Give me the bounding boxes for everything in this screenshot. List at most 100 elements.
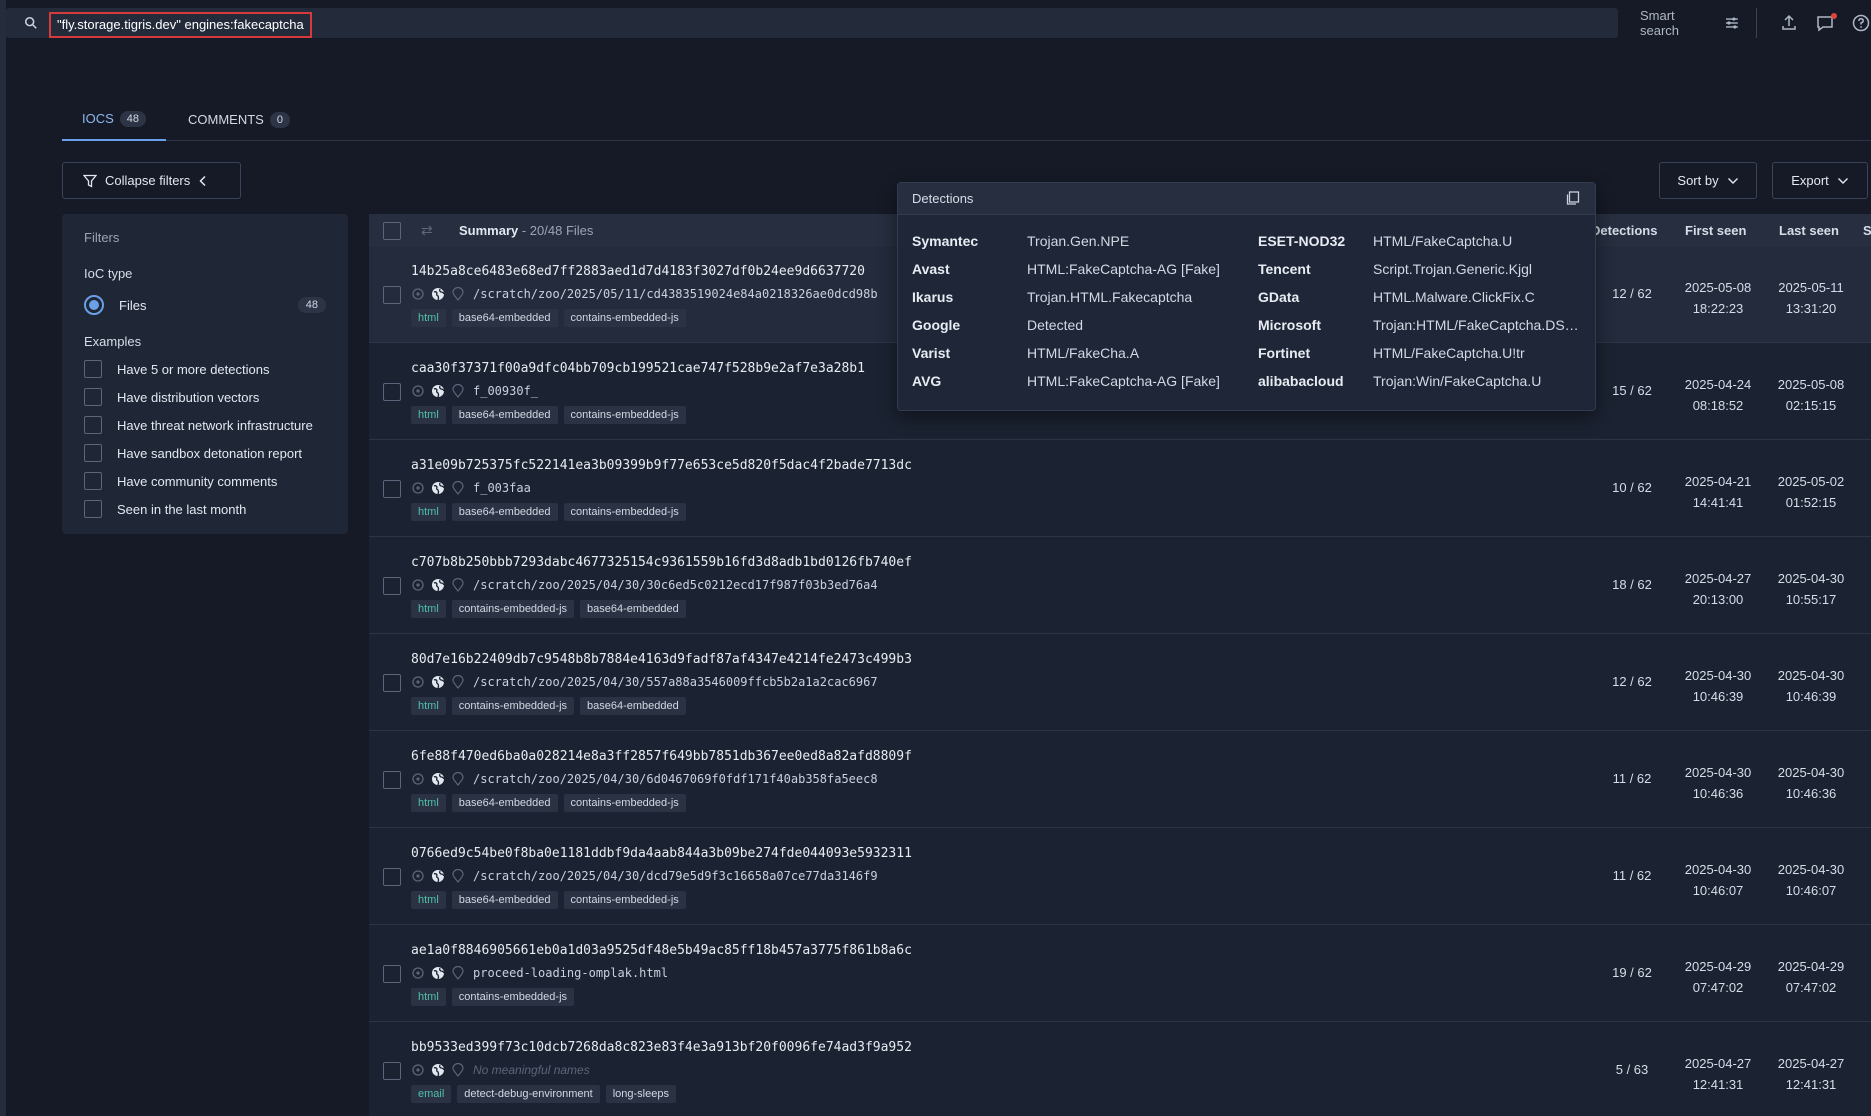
row-checkbox[interactable] bbox=[383, 674, 401, 692]
table-row[interactable]: bb9533ed399f73c10dcb7268da8c823e83f4e3a9… bbox=[369, 1023, 1871, 1116]
checkbox[interactable] bbox=[84, 472, 102, 490]
tag[interactable]: contains-embedded-js bbox=[563, 794, 686, 812]
tag[interactable]: contains-embedded-js bbox=[563, 406, 686, 424]
checkbox[interactable] bbox=[84, 360, 102, 378]
tag[interactable]: html bbox=[411, 406, 446, 424]
example-filter-checkbox[interactable]: Have distribution vectors bbox=[84, 388, 259, 406]
radio-selected[interactable] bbox=[84, 295, 104, 315]
file-name: /scratch/zoo/2025/04/30/6d0467069f0fdf17… bbox=[473, 772, 878, 786]
example-filter-checkbox[interactable]: Seen in the last month bbox=[84, 500, 246, 518]
row-checkbox[interactable] bbox=[383, 286, 401, 304]
tag[interactable]: base64-embedded bbox=[451, 503, 558, 521]
upload-button[interactable] bbox=[1779, 13, 1799, 33]
tag[interactable]: long-sleeps bbox=[605, 1085, 676, 1103]
checkbox[interactable] bbox=[84, 416, 102, 434]
file-hash-link[interactable]: c707b8b250bbb7293dabc4677325154c9361559b… bbox=[411, 555, 912, 570]
tag[interactable]: contains-embedded-js bbox=[451, 697, 575, 715]
tag[interactable]: base64-embedded bbox=[451, 406, 558, 424]
last-seen-column-header[interactable]: Last seen bbox=[1779, 223, 1839, 238]
help-button[interactable] bbox=[1851, 13, 1871, 33]
file-hash-link[interactable]: caa30f37371f00a9dfc04bb709cb199521cae747… bbox=[411, 361, 865, 376]
tag[interactable]: html bbox=[411, 794, 446, 812]
tag[interactable]: html bbox=[411, 697, 446, 715]
example-filter-checkbox[interactable]: Have community comments bbox=[84, 472, 277, 490]
export-button[interactable]: Export bbox=[1772, 162, 1868, 199]
detections-ratio[interactable]: 15 / 62 bbox=[1602, 383, 1662, 398]
select-all-checkbox[interactable] bbox=[383, 222, 401, 240]
file-hash-link[interactable]: bb9533ed399f73c10dcb7268da8c823e83f4e3a9… bbox=[411, 1040, 912, 1055]
tag[interactable]: base64-embedded bbox=[580, 697, 686, 715]
detections-column-header[interactable]: Detections bbox=[1591, 223, 1657, 238]
tag[interactable]: contains-embedded-js bbox=[451, 988, 575, 1006]
sort-by-button[interactable]: Sort by bbox=[1659, 162, 1757, 199]
tag[interactable]: contains-embedded-js bbox=[563, 309, 686, 327]
detections-ratio[interactable]: 12 / 62 bbox=[1602, 674, 1662, 689]
file-hash-link[interactable]: 0766ed9c54be0f8ba0e1181ddbf9da4aab844a3b… bbox=[411, 846, 912, 861]
ioc-type-files-radio[interactable]: Files 48 bbox=[84, 294, 326, 316]
detections-ratio[interactable]: 12 / 62 bbox=[1602, 286, 1662, 301]
file-meta: /scratch/zoo/2025/04/30/557a88a3546009ff… bbox=[411, 675, 878, 689]
tag[interactable]: detect-debug-environment bbox=[457, 1085, 600, 1103]
tag[interactable]: base64-embedded bbox=[451, 891, 558, 909]
table-row[interactable]: c707b8b250bbb7293dabc4677325154c9361559b… bbox=[369, 538, 1871, 634]
file-hash-link[interactable]: 14b25a8ce6483e68ed7ff2883aed1d7d4183f302… bbox=[411, 264, 865, 279]
tag[interactable]: contains-embedded-js bbox=[563, 503, 686, 521]
tag[interactable]: html bbox=[411, 988, 446, 1006]
file-hash-link[interactable]: ae1a0f8846905661eb0a1d03a9525df48e5b49ac… bbox=[411, 943, 912, 958]
checkbox[interactable] bbox=[84, 444, 102, 462]
row-checkbox[interactable] bbox=[383, 1062, 401, 1080]
s-column-header[interactable]: S bbox=[1863, 223, 1871, 238]
detections-ratio[interactable]: 11 / 62 bbox=[1602, 868, 1662, 883]
checkbox[interactable] bbox=[84, 500, 102, 518]
row-checkbox[interactable] bbox=[383, 965, 401, 983]
example-filter-checkbox[interactable]: Have threat network infrastructure bbox=[84, 416, 313, 434]
detections-ratio[interactable]: 18 / 62 bbox=[1602, 577, 1662, 592]
detections-ratio[interactable]: 11 / 62 bbox=[1602, 771, 1662, 786]
search-query[interactable]: "fly.storage.tigris.dev" engines:fakecap… bbox=[49, 12, 312, 38]
file-hash-link[interactable]: 6fe88f470ed6ba0a028214e8a3ff2857f649bb78… bbox=[411, 749, 912, 764]
smart-search-button[interactable]: Smart search bbox=[1640, 8, 1757, 38]
tab-iocs[interactable]: IOCS 48 bbox=[62, 98, 167, 141]
row-checkbox[interactable] bbox=[383, 383, 401, 401]
tag[interactable]: html bbox=[411, 600, 446, 618]
collapse-filters-button[interactable]: Collapse filters bbox=[62, 162, 241, 199]
tag[interactable]: email bbox=[411, 1085, 452, 1103]
file-name: /scratch/zoo/2025/04/30/30c6ed5c0212ecd1… bbox=[473, 578, 878, 592]
table-row[interactable]: ae1a0f8846905661eb0a1d03a9525df48e5b49ac… bbox=[369, 926, 1871, 1022]
example-filter-checkbox[interactable]: Have 5 or more detections bbox=[84, 360, 269, 378]
tag[interactable]: base64-embedded bbox=[451, 794, 558, 812]
tag[interactable]: html bbox=[411, 891, 446, 909]
tag[interactable]: contains-embedded-js bbox=[563, 891, 686, 909]
last-seen-date: 2025-04-30 bbox=[1777, 668, 1845, 683]
tag[interactable]: html bbox=[411, 309, 446, 327]
target-icon bbox=[412, 676, 424, 688]
tag[interactable]: html bbox=[411, 503, 446, 521]
table-row[interactable]: 0766ed9c54be0f8ba0e1181ddbf9da4aab844a3b… bbox=[369, 829, 1871, 925]
checkbox[interactable] bbox=[84, 388, 102, 406]
row-checkbox[interactable] bbox=[383, 868, 401, 886]
row-checkbox[interactable] bbox=[383, 577, 401, 595]
tag[interactable]: contains-embedded-js bbox=[451, 600, 575, 618]
file-hash-link[interactable]: a31e09b725375fc522141ea3b09399b9f77e653c… bbox=[411, 458, 912, 473]
copy-icon[interactable] bbox=[1565, 190, 1581, 206]
detections-ratio[interactable]: 19 / 62 bbox=[1602, 965, 1662, 980]
tag[interactable]: base64-embedded bbox=[580, 600, 686, 618]
notifications-button[interactable] bbox=[1815, 13, 1837, 33]
engine-name: Tencent bbox=[1258, 261, 1311, 277]
table-row[interactable]: 6fe88f470ed6ba0a028214e8a3ff2857f649bb78… bbox=[369, 732, 1871, 828]
detections-ratio[interactable]: 5 / 63 bbox=[1602, 1062, 1662, 1077]
first-seen-column-header[interactable]: First seen bbox=[1685, 223, 1746, 238]
engine-name: Google bbox=[912, 317, 961, 333]
table-row[interactable]: a31e09b725375fc522141ea3b09399b9f77e653c… bbox=[369, 441, 1871, 537]
table-row[interactable]: 80d7e16b22409db7c9548b8b7884e4163d9fadf8… bbox=[369, 635, 1871, 731]
row-checkbox[interactable] bbox=[383, 480, 401, 498]
row-checkbox[interactable] bbox=[383, 771, 401, 789]
example-filter-checkbox[interactable]: Have sandbox detonation report bbox=[84, 444, 302, 462]
file-hash-link[interactable]: 80d7e16b22409db7c9548b8b7884e4163d9fadf8… bbox=[411, 652, 912, 667]
detection-result: HTML:FakeCaptcha-AG [Fake] bbox=[1027, 373, 1220, 389]
detections-ratio[interactable]: 10 / 62 bbox=[1602, 480, 1662, 495]
search-bar[interactable]: "fly.storage.tigris.dev" engines:fakecap… bbox=[6, 8, 1618, 38]
tag[interactable]: base64-embedded bbox=[451, 309, 558, 327]
swap-icon[interactable]: ⇄ bbox=[421, 222, 433, 239]
tab-comments[interactable]: COMMENTS 0 bbox=[168, 98, 310, 141]
